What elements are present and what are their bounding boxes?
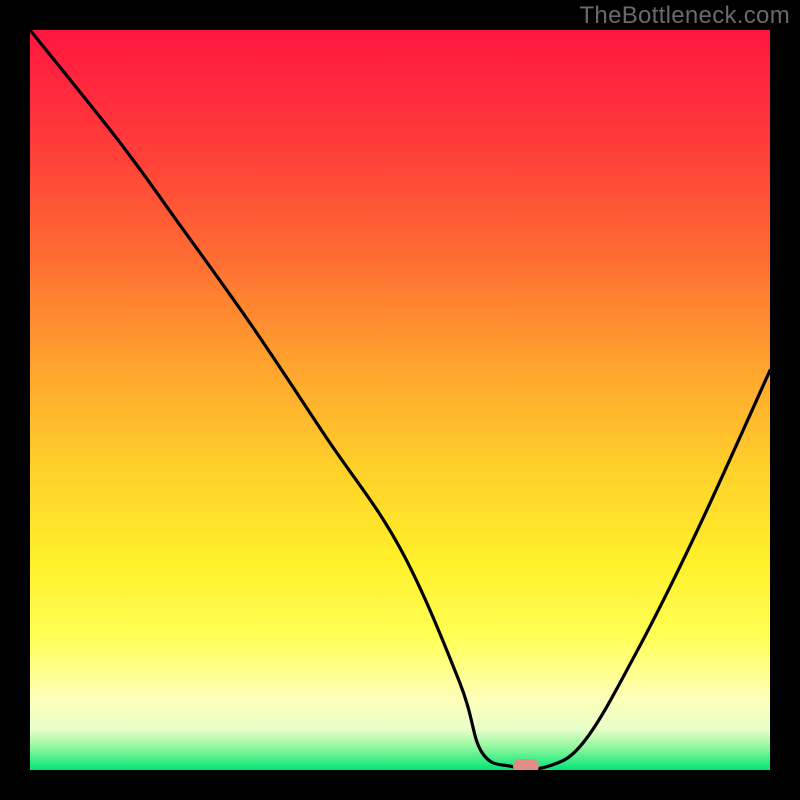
bottleneck-curve (30, 30, 770, 770)
plot-area (30, 30, 770, 770)
highlight-marker (513, 759, 539, 770)
chart-frame: TheBottleneck.com (0, 0, 800, 800)
watermark-text: TheBottleneck.com (579, 2, 790, 30)
